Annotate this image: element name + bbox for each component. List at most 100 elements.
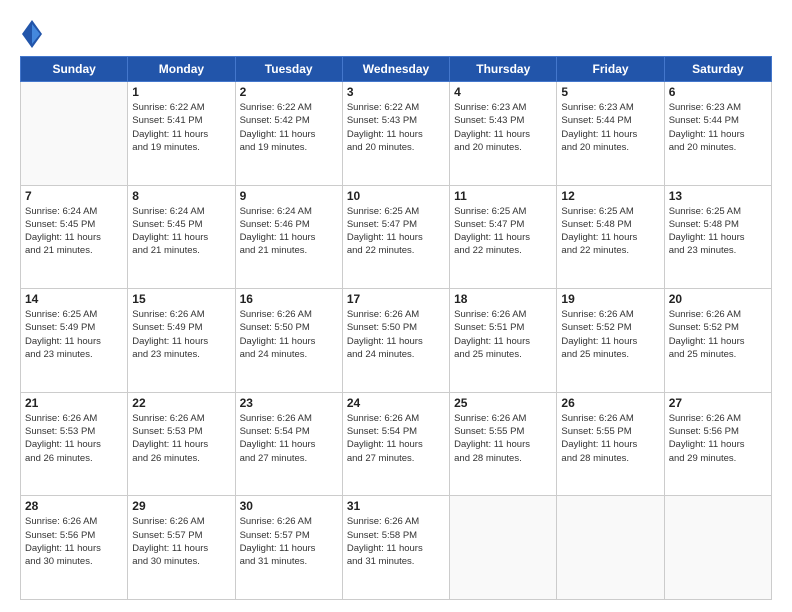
day-cell: 10 Sunrise: 6:25 AM Sunset: 5:47 PM Dayli… — [342, 185, 449, 289]
day-cell: 25 Sunrise: 6:26 AM Sunset: 5:55 PM Dayli… — [450, 392, 557, 496]
day-number: 12 — [561, 189, 659, 203]
header — [20, 16, 772, 48]
col-header-sunday: Sunday — [21, 57, 128, 82]
page: SundayMondayTuesdayWednesdayThursdayFrid… — [0, 0, 792, 612]
day-info: Sunrise: 6:26 AM Sunset: 5:50 PM Dayligh… — [347, 308, 445, 361]
col-header-tuesday: Tuesday — [235, 57, 342, 82]
day-cell — [557, 496, 664, 600]
day-cell: 6Sunrise: 6:23 AM Sunset: 5:44 PM Daylig… — [664, 82, 771, 186]
day-number: 4 — [454, 85, 552, 99]
day-info: Sunrise: 6:26 AM Sunset: 5:52 PM Dayligh… — [669, 308, 767, 361]
day-info: Sunrise: 6:25 AM Sunset: 5:48 PM Dayligh… — [561, 205, 659, 258]
day-info: Sunrise: 6:25 AM Sunset: 5:49 PM Dayligh… — [25, 308, 123, 361]
day-info: Sunrise: 6:26 AM Sunset: 5:49 PM Dayligh… — [132, 308, 230, 361]
week-row-4: 28 Sunrise: 6:26 AM Sunset: 5:56 PM Dayli… — [21, 496, 772, 600]
calendar: SundayMondayTuesdayWednesdayThursdayFrid… — [20, 56, 772, 600]
day-number: 10 — [347, 189, 445, 203]
day-cell: 20 Sunrise: 6:26 AM Sunset: 5:52 PM Dayli… — [664, 289, 771, 393]
col-header-friday: Friday — [557, 57, 664, 82]
day-cell: 22 Sunrise: 6:26 AM Sunset: 5:53 PM Dayli… — [128, 392, 235, 496]
day-cell: 24 Sunrise: 6:26 AM Sunset: 5:54 PM Dayli… — [342, 392, 449, 496]
day-number: 16 — [240, 292, 338, 306]
day-cell: 13Sunrise: 6:25 AM Sunset: 5:48 PM Dayli… — [664, 185, 771, 289]
day-info: Sunrise: 6:26 AM Sunset: 5:50 PM Dayligh… — [240, 308, 338, 361]
day-number: 11 — [454, 189, 552, 203]
day-number: 24 — [347, 396, 445, 410]
day-number: 31 — [347, 499, 445, 513]
day-number: 6 — [669, 85, 767, 99]
day-number: 14 — [25, 292, 123, 306]
day-info: Sunrise: 6:26 AM Sunset: 5:55 PM Dayligh… — [561, 412, 659, 465]
day-info: Sunrise: 6:26 AM Sunset: 5:57 PM Dayligh… — [240, 515, 338, 568]
day-cell: 16 Sunrise: 6:26 AM Sunset: 5:50 PM Dayli… — [235, 289, 342, 393]
day-number: 5 — [561, 85, 659, 99]
day-cell: 7Sunrise: 6:24 AM Sunset: 5:45 PM Daylig… — [21, 185, 128, 289]
day-info: Sunrise: 6:26 AM Sunset: 5:51 PM Dayligh… — [454, 308, 552, 361]
day-info: Sunrise: 6:24 AM Sunset: 5:46 PM Dayligh… — [240, 205, 338, 258]
day-cell: 29 Sunrise: 6:26 AM Sunset: 5:57 PM Dayli… — [128, 496, 235, 600]
day-number: 17 — [347, 292, 445, 306]
day-cell: 27 Sunrise: 6:26 AM Sunset: 5:56 PM Dayli… — [664, 392, 771, 496]
day-info: Sunrise: 6:26 AM Sunset: 5:53 PM Dayligh… — [132, 412, 230, 465]
day-number: 9 — [240, 189, 338, 203]
day-cell: 4 Sunrise: 6:23 AM Sunset: 5:43 PM Daylig… — [450, 82, 557, 186]
day-number: 26 — [561, 396, 659, 410]
logo-icon — [22, 20, 42, 48]
calendar-header-row: SundayMondayTuesdayWednesdayThursdayFrid… — [21, 57, 772, 82]
day-cell: 15Sunrise: 6:26 AM Sunset: 5:49 PM Dayli… — [128, 289, 235, 393]
day-info: Sunrise: 6:26 AM Sunset: 5:56 PM Dayligh… — [669, 412, 767, 465]
day-cell: 28 Sunrise: 6:26 AM Sunset: 5:56 PM Dayli… — [21, 496, 128, 600]
day-cell: 14 Sunrise: 6:25 AM Sunset: 5:49 PM Dayli… — [21, 289, 128, 393]
day-number: 8 — [132, 189, 230, 203]
day-cell: 26 Sunrise: 6:26 AM Sunset: 5:55 PM Dayli… — [557, 392, 664, 496]
day-cell: 3 Sunrise: 6:22 AM Sunset: 5:43 PM Daylig… — [342, 82, 449, 186]
day-cell: 11Sunrise: 6:25 AM Sunset: 5:47 PM Dayli… — [450, 185, 557, 289]
day-cell — [21, 82, 128, 186]
day-info: Sunrise: 6:26 AM Sunset: 5:58 PM Dayligh… — [347, 515, 445, 568]
day-cell: 21Sunrise: 6:26 AM Sunset: 5:53 PM Dayli… — [21, 392, 128, 496]
day-info: Sunrise: 6:22 AM Sunset: 5:42 PM Dayligh… — [240, 101, 338, 154]
day-number: 7 — [25, 189, 123, 203]
day-number: 22 — [132, 396, 230, 410]
day-cell: 8 Sunrise: 6:24 AM Sunset: 5:45 PM Daylig… — [128, 185, 235, 289]
day-cell — [664, 496, 771, 600]
day-info: Sunrise: 6:26 AM Sunset: 5:52 PM Dayligh… — [561, 308, 659, 361]
day-info: Sunrise: 6:25 AM Sunset: 5:47 PM Dayligh… — [347, 205, 445, 258]
day-info: Sunrise: 6:26 AM Sunset: 5:57 PM Dayligh… — [132, 515, 230, 568]
day-number: 25 — [454, 396, 552, 410]
logo — [20, 20, 42, 48]
day-info: Sunrise: 6:26 AM Sunset: 5:56 PM Dayligh… — [25, 515, 123, 568]
day-cell: 12 Sunrise: 6:25 AM Sunset: 5:48 PM Dayli… — [557, 185, 664, 289]
day-number: 18 — [454, 292, 552, 306]
day-info: Sunrise: 6:23 AM Sunset: 5:44 PM Dayligh… — [561, 101, 659, 154]
col-header-wednesday: Wednesday — [342, 57, 449, 82]
week-row-2: 14 Sunrise: 6:25 AM Sunset: 5:49 PM Dayli… — [21, 289, 772, 393]
day-number: 19 — [561, 292, 659, 306]
day-number: 20 — [669, 292, 767, 306]
day-number: 29 — [132, 499, 230, 513]
day-info: Sunrise: 6:26 AM Sunset: 5:54 PM Dayligh… — [347, 412, 445, 465]
day-number: 30 — [240, 499, 338, 513]
day-number: 28 — [25, 499, 123, 513]
day-cell: 31 Sunrise: 6:26 AM Sunset: 5:58 PM Dayli… — [342, 496, 449, 600]
day-number: 27 — [669, 396, 767, 410]
day-number: 2 — [240, 85, 338, 99]
col-header-thursday: Thursday — [450, 57, 557, 82]
day-info: Sunrise: 6:22 AM Sunset: 5:41 PM Dayligh… — [132, 101, 230, 154]
day-cell: 30 Sunrise: 6:26 AM Sunset: 5:57 PM Dayli… — [235, 496, 342, 600]
col-header-saturday: Saturday — [664, 57, 771, 82]
day-info: Sunrise: 6:26 AM Sunset: 5:55 PM Dayligh… — [454, 412, 552, 465]
day-info: Sunrise: 6:26 AM Sunset: 5:54 PM Dayligh… — [240, 412, 338, 465]
day-number: 3 — [347, 85, 445, 99]
day-info: Sunrise: 6:22 AM Sunset: 5:43 PM Dayligh… — [347, 101, 445, 154]
day-info: Sunrise: 6:23 AM Sunset: 5:43 PM Dayligh… — [454, 101, 552, 154]
day-cell: 17 Sunrise: 6:26 AM Sunset: 5:50 PM Dayli… — [342, 289, 449, 393]
day-cell — [450, 496, 557, 600]
week-row-0: 1 Sunrise: 6:22 AM Sunset: 5:41 PM Daylig… — [21, 82, 772, 186]
day-cell: 1 Sunrise: 6:22 AM Sunset: 5:41 PM Daylig… — [128, 82, 235, 186]
day-cell: 5 Sunrise: 6:23 AM Sunset: 5:44 PM Daylig… — [557, 82, 664, 186]
day-number: 1 — [132, 85, 230, 99]
day-info: Sunrise: 6:24 AM Sunset: 5:45 PM Dayligh… — [132, 205, 230, 258]
day-cell: 2 Sunrise: 6:22 AM Sunset: 5:42 PM Daylig… — [235, 82, 342, 186]
day-number: 21 — [25, 396, 123, 410]
